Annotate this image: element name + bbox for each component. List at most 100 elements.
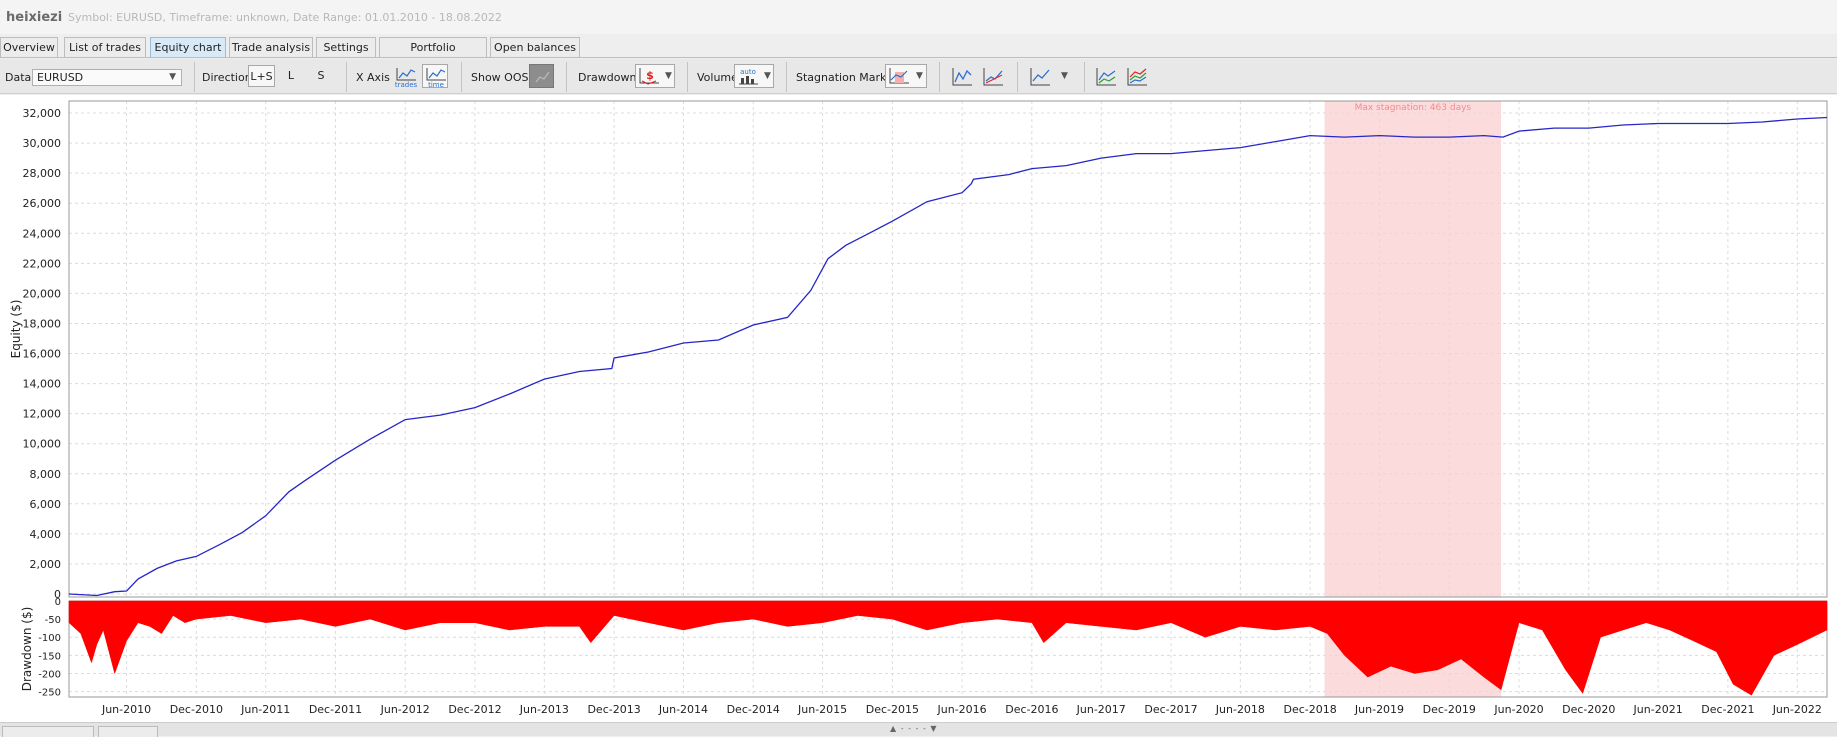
toolbar-separator — [346, 62, 347, 92]
equity-ytick-label: 6,000 — [30, 498, 62, 511]
showoos-toggle[interactable] — [529, 64, 554, 88]
chevron-down-icon: ▼ — [1061, 71, 1068, 81]
direction-option-short[interactable]: S — [311, 65, 331, 87]
chart-view-1-button[interactable] — [948, 64, 974, 88]
x-tick-label: Jun-2020 — [1493, 703, 1543, 716]
x-tick-label: Jun-2012 — [380, 703, 430, 716]
direction-label: Direction — [202, 71, 252, 84]
panel-tab[interactable] — [2, 726, 94, 737]
toolbar-separator — [1084, 62, 1085, 92]
multi-line-chart-icon — [1096, 68, 1116, 86]
chart-view-5-button[interactable] — [1123, 64, 1149, 88]
stagnation-marker-icon — [889, 68, 909, 84]
equity-plot-frame — [68, 100, 1828, 598]
x-tick-label: Jun-2010 — [101, 703, 151, 716]
equity-ytick-label: 2,000 — [30, 558, 62, 571]
tab-divider — [0, 57, 1837, 58]
panel-tab[interactable] — [98, 726, 158, 737]
equity-ytick-label: 32,000 — [23, 107, 62, 120]
line-chart-icon: trades — [395, 68, 418, 89]
x-tick-label: Dec-2013 — [587, 703, 640, 716]
xaxis-label: X Axis — [356, 71, 390, 84]
stagnation-band — [1324, 101, 1502, 597]
drawdown-area — [68, 600, 1828, 696]
drawdown-ytick-label: -50 — [45, 615, 61, 626]
drawdown-dropdown[interactable]: $ ▼ — [635, 64, 675, 88]
data-select[interactable]: EURUSD ▼ — [32, 69, 182, 86]
tab-settings[interactable]: Settings — [316, 37, 376, 58]
x-tick-label: Jun-2022 — [1772, 703, 1822, 716]
tab-list-of-trades[interactable]: List of trades — [64, 37, 146, 58]
chevron-down-icon: ▼ — [665, 71, 672, 81]
direction-option-ls[interactable]: L+S — [248, 65, 275, 87]
toolbar-separator — [786, 62, 787, 92]
chevron-down-icon: ▼ — [764, 71, 771, 81]
chart-view-4-button[interactable] — [1092, 64, 1118, 88]
tab-open-balances[interactable]: Open balances — [490, 37, 580, 58]
volume-dropdown[interactable]: auto ▼ — [734, 64, 774, 88]
drawdown-ytick-label: 0 — [55, 597, 61, 608]
x-tick-label: Dec-2014 — [727, 703, 780, 716]
x-tick-label: Jun-2013 — [519, 703, 569, 716]
equity-ytick-label: 4,000 — [30, 528, 62, 541]
equity-ytick-label: 14,000 — [23, 378, 62, 391]
x-tick-label: Dec-2015 — [866, 703, 919, 716]
equity-ytick-label: 10,000 — [23, 438, 62, 451]
equity-ytick-label: 12,000 — [23, 408, 62, 421]
x-tick-label: Jun-2014 — [658, 703, 708, 716]
direction-option-long[interactable]: L — [281, 65, 301, 87]
xaxis-time-label: time — [428, 81, 444, 89]
x-tick-label: Dec-2021 — [1701, 703, 1754, 716]
line-chart-options-icon — [1030, 68, 1050, 86]
equity-ytick-label: 20,000 — [23, 287, 62, 300]
x-tick-label: Jun-2018 — [1215, 703, 1265, 716]
tab-equity-chart[interactable]: Equity chart — [150, 37, 226, 58]
bottom-bar: ▲ - - - - ▼ — [0, 722, 1837, 737]
drawdown-ytick-label: -200 — [38, 669, 61, 680]
toolbar-separator — [194, 62, 195, 92]
equity-ytick-label: 28,000 — [23, 167, 62, 180]
drawdown-ytick-label: -250 — [38, 688, 61, 699]
chevron-down-icon: ▼ — [916, 71, 923, 81]
toolbar: Data EURUSD ▼ Direction L+S L S X Axis t… — [0, 59, 1837, 94]
tab-trade-analysis[interactable]: Trade analysis — [229, 37, 313, 58]
dollar-drawdown-icon: $ — [639, 68, 659, 85]
oos-chart-icon — [535, 71, 550, 83]
data-select-value: EURUSD — [37, 71, 84, 84]
tab-bar: Overview List of trades Equity chart Tra… — [0, 37, 1837, 74]
equity-ytick-label: 18,000 — [23, 317, 62, 330]
x-tick-label: Jun-2019 — [1354, 703, 1404, 716]
chart-options-dropdown[interactable]: ▼ — [1026, 64, 1072, 88]
x-tick-label: Jun-2017 — [1076, 703, 1126, 716]
stagnation-dropdown[interactable]: ▼ — [885, 64, 927, 88]
xaxis-time-button[interactable]: time — [422, 64, 448, 89]
line-chart-trend-icon — [983, 68, 1003, 86]
toolbar-separator — [1017, 62, 1018, 92]
x-tick-label: Jun-2015 — [797, 703, 847, 716]
splitter-handle[interactable]: ▲ - - - - ▼ — [890, 724, 938, 733]
line-chart-icon — [952, 68, 972, 86]
x-tick-label: Dec-2020 — [1562, 703, 1615, 716]
tab-overview[interactable]: Overview — [0, 37, 58, 58]
equity-chart: 0 2,000 4,000 6,000 8,000 10,000 12,000 14,000 1… — [0, 95, 1837, 722]
tab-portfolio-correlation[interactable]: Portfolio correlation — [379, 37, 487, 74]
x-tick-label: Dec-2011 — [309, 703, 362, 716]
equity-ytick-label: 16,000 — [23, 348, 62, 361]
equity-ytick-label: 24,000 — [23, 227, 62, 240]
toolbar-separator — [687, 62, 688, 92]
line-chart-icon: time — [426, 68, 446, 89]
x-tick-label: Jun-2011 — [240, 703, 290, 716]
svg-text:$: $ — [646, 69, 654, 82]
xaxis-trades-button[interactable]: trades — [392, 64, 418, 89]
drawdown-axis-label: Drawdown ($) — [20, 607, 34, 692]
chart-view-2-button[interactable] — [979, 64, 1005, 88]
data-label: Data — [5, 71, 32, 84]
chevron-down-icon: ▼ — [169, 72, 176, 82]
app-title: heixiezi — [6, 10, 63, 25]
x-tick-label: Dec-2017 — [1144, 703, 1197, 716]
x-tick-label: Jun-2021 — [1633, 703, 1683, 716]
x-tick-label: Dec-2018 — [1283, 703, 1336, 716]
x-tick-label: Dec-2016 — [1005, 703, 1058, 716]
toolbar-separator — [566, 62, 567, 92]
volume-label: Volume — [697, 71, 738, 84]
